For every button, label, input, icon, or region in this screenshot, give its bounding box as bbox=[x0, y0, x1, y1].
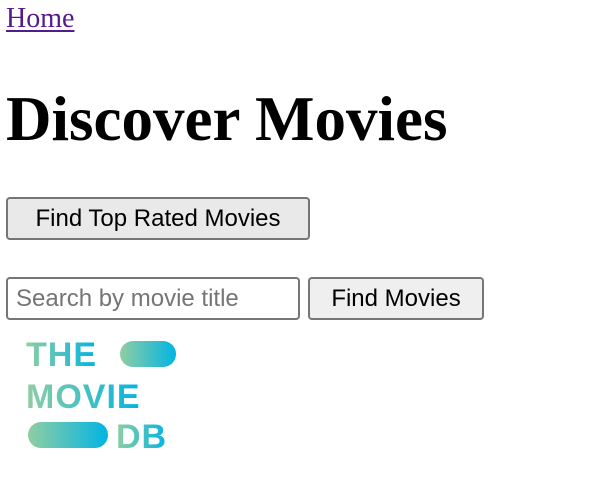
tmdb-logo: THE MOVIE DB bbox=[26, 338, 176, 452]
search-input[interactable] bbox=[6, 277, 300, 320]
tmdb-logo-pill-bottom bbox=[28, 422, 108, 448]
find-movies-button[interactable]: Find Movies bbox=[308, 277, 484, 320]
tmdb-logo-the: THE bbox=[26, 338, 97, 374]
home-link[interactable]: Home bbox=[6, 2, 74, 36]
tmdb-logo-db: DB bbox=[116, 418, 167, 452]
tmdb-logo-pill-top bbox=[120, 341, 176, 367]
tmdb-logo-movie: MOVIE bbox=[26, 378, 141, 416]
page-title: Discover Movies bbox=[6, 84, 448, 154]
find-top-rated-button[interactable]: Find Top Rated Movies bbox=[6, 197, 310, 240]
